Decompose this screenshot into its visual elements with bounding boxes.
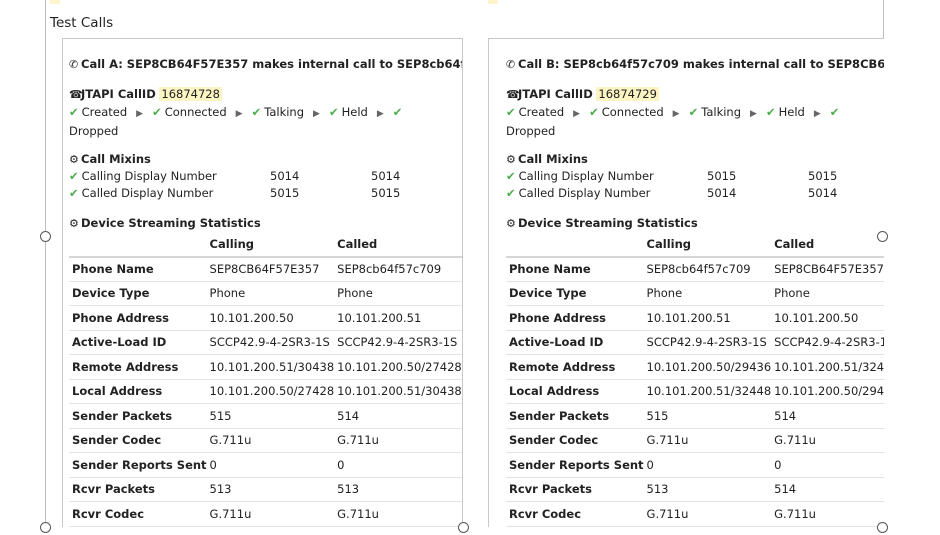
table-row: Sender Codec G.711u G.711u xyxy=(69,428,462,453)
phone-icon: ✆ xyxy=(69,58,79,71)
check-icon: ✔ xyxy=(829,105,840,119)
table-row: Phone Address 10.101.200.50 10.101.200.51 xyxy=(69,305,462,331)
call-panel-a: ✆ Call A: SEP8CB64F57E357 makes internal … xyxy=(62,38,463,527)
table-row: Active-Load ID SCCP42.9-4-2SR3-1S SCCP42.9… xyxy=(69,330,462,355)
stats-table: Calling Called Phone Name SEP8cb64f57c709… xyxy=(506,232,884,527)
callid-value: 16874728 xyxy=(159,87,222,101)
caret-right-icon: ▶ xyxy=(376,109,384,119)
caret-right-icon: ▶ xyxy=(136,109,144,119)
mixin-row: ✔ Called Display Number 5015 5015 xyxy=(69,186,401,200)
caret-right-icon: ▶ xyxy=(313,109,320,119)
check-icon: ✔ xyxy=(765,105,776,119)
check-icon: ✔ xyxy=(328,105,339,119)
resize-handle-bottom-left[interactable] xyxy=(40,522,51,533)
state-connected: Connected xyxy=(164,105,227,119)
check-icon: ✔ xyxy=(506,186,516,200)
mixins-title: ⚙ Call Mixins xyxy=(69,152,151,166)
table-row: Remote Address 10.101.200.51/30438 10.101.… xyxy=(69,354,462,380)
table-row: Rcvr Packets 513 514 xyxy=(506,477,884,502)
state-talking: Talking xyxy=(701,105,742,119)
state-dropped: Dropped xyxy=(69,124,119,138)
stats-title: ⚙ Device Streaming Statistics xyxy=(69,216,261,230)
mixins-title: ⚙ Call Mixins xyxy=(506,152,588,166)
stats-table: Calling Called Phone Name SEP8CB64F57E357… xyxy=(69,232,462,527)
resize-handle-bottom[interactable] xyxy=(458,522,469,533)
table-row: Sender Packets 515 514 xyxy=(69,403,462,429)
phone-square-icon: ☎ xyxy=(506,88,520,101)
callid-row: ☎JTAPI CallID 16874728 xyxy=(69,87,222,101)
callid-row: ☎JTAPI CallID 16874729 xyxy=(506,87,659,101)
table-row: Active-Load ID SCCP42.9-4-2SR3-1S SCCP42.9… xyxy=(506,330,884,355)
mixin-row: ✔ Calling Display Number 5015 5015 xyxy=(506,169,838,183)
call-states: ✔ Created ▶ ✔ Connected ▶ ✔ Talking ▶ ✔ Held ▶ ✔ Drop… xyxy=(69,104,429,140)
check-icon: ✔ xyxy=(69,186,79,200)
section-title: Test Calls xyxy=(50,15,114,31)
call-title: ✆ Call A: SEP8CB64F57E357 makes internal … xyxy=(69,57,462,71)
resize-handle-bottom-right[interactable] xyxy=(877,522,888,533)
cogs-icon: ⚙ xyxy=(69,217,79,230)
call-states: ✔ Created ▶ ✔ Connected ▶ ✔ Talking ▶ ✔ Held ▶ ✔ Drop… xyxy=(506,104,866,140)
resize-handle-left[interactable] xyxy=(40,231,51,242)
phone-square-icon: ☎ xyxy=(69,88,83,101)
table-header-row: Calling Called xyxy=(69,232,462,258)
check-icon: ✔ xyxy=(251,105,262,119)
mixin-row: ✔ Called Display Number 5014 5014 xyxy=(506,186,838,200)
stats-title: ⚙ Device Streaming Statistics xyxy=(506,216,698,230)
state-connected: Connected xyxy=(601,105,664,119)
caret-right-icon: ▶ xyxy=(672,109,680,119)
table-row: Phone Address 10.101.200.51 10.101.200.50 xyxy=(506,305,884,331)
callid-value: 16874729 xyxy=(596,87,659,101)
state-dropped: Dropped xyxy=(506,124,556,138)
table-row: Device Type Phone Phone xyxy=(506,281,884,306)
check-icon: ✔ xyxy=(688,105,699,119)
check-icon: ✔ xyxy=(392,105,403,119)
table-row: Local Address 10.101.200.50/27428 10.101.2… xyxy=(69,379,462,404)
table-header-row: Calling Called xyxy=(506,232,884,258)
cogs-icon: ⚙ xyxy=(506,217,516,230)
check-icon: ✔ xyxy=(152,105,162,119)
check-icon: ✔ xyxy=(506,105,516,119)
call-title: ✆ Call B: SEP8cb64f57c709 makes internal … xyxy=(506,57,884,71)
state-created: Created xyxy=(81,105,128,119)
mixin-row: ✔ Calling Display Number 5014 5014 xyxy=(69,169,401,183)
caret-right-icon: ▶ xyxy=(573,109,581,119)
check-icon: ✔ xyxy=(69,105,79,119)
call-panel-b: ✆ Call B: SEP8cb64f57c709 makes internal … xyxy=(488,38,884,527)
state-talking: Talking xyxy=(264,105,305,119)
caret-right-icon: ▶ xyxy=(750,109,757,119)
table-row: Remote Address 10.101.200.50/29436 10.101.… xyxy=(506,354,884,380)
resize-handle-right[interactable] xyxy=(877,231,888,242)
table-row: Sender Packets 515 514 xyxy=(506,403,884,429)
caret-right-icon: ▶ xyxy=(235,109,243,119)
state-created: Created xyxy=(518,105,565,119)
phone-icon: ✆ xyxy=(506,58,516,71)
table-row: Phone Name SEP8CB64F57E357 SEP8cb64f57c709 xyxy=(69,256,462,282)
cogs-icon: ⚙ xyxy=(506,153,516,166)
cogs-icon: ⚙ xyxy=(69,153,79,166)
caret-right-icon: ▶ xyxy=(813,109,821,119)
state-held: Held xyxy=(341,105,368,119)
table-row: Sender Codec G.711u G.711u xyxy=(506,428,884,453)
table-row: Local Address 10.101.200.51/32448 10.101.2… xyxy=(506,379,884,404)
table-row: Device Type Phone Phone xyxy=(69,281,462,306)
check-icon: ✔ xyxy=(589,105,599,119)
check-icon: ✔ xyxy=(506,169,516,183)
check-icon: ✔ xyxy=(69,169,79,183)
table-row: Sender Reports Sent 0 0 xyxy=(69,452,462,478)
state-held: Held xyxy=(778,105,805,119)
table-row: Phone Name SEP8cb64f57c709 SEP8CB64F57E357 xyxy=(506,256,884,282)
table-row: Sender Reports Sent 0 0 xyxy=(506,452,884,478)
table-row: Rcvr Codec G.711u G.711u xyxy=(506,501,884,527)
table-row: Rcvr Packets 513 513 xyxy=(69,477,462,502)
table-row: Rcvr Codec G.711u G.711u xyxy=(69,501,462,527)
